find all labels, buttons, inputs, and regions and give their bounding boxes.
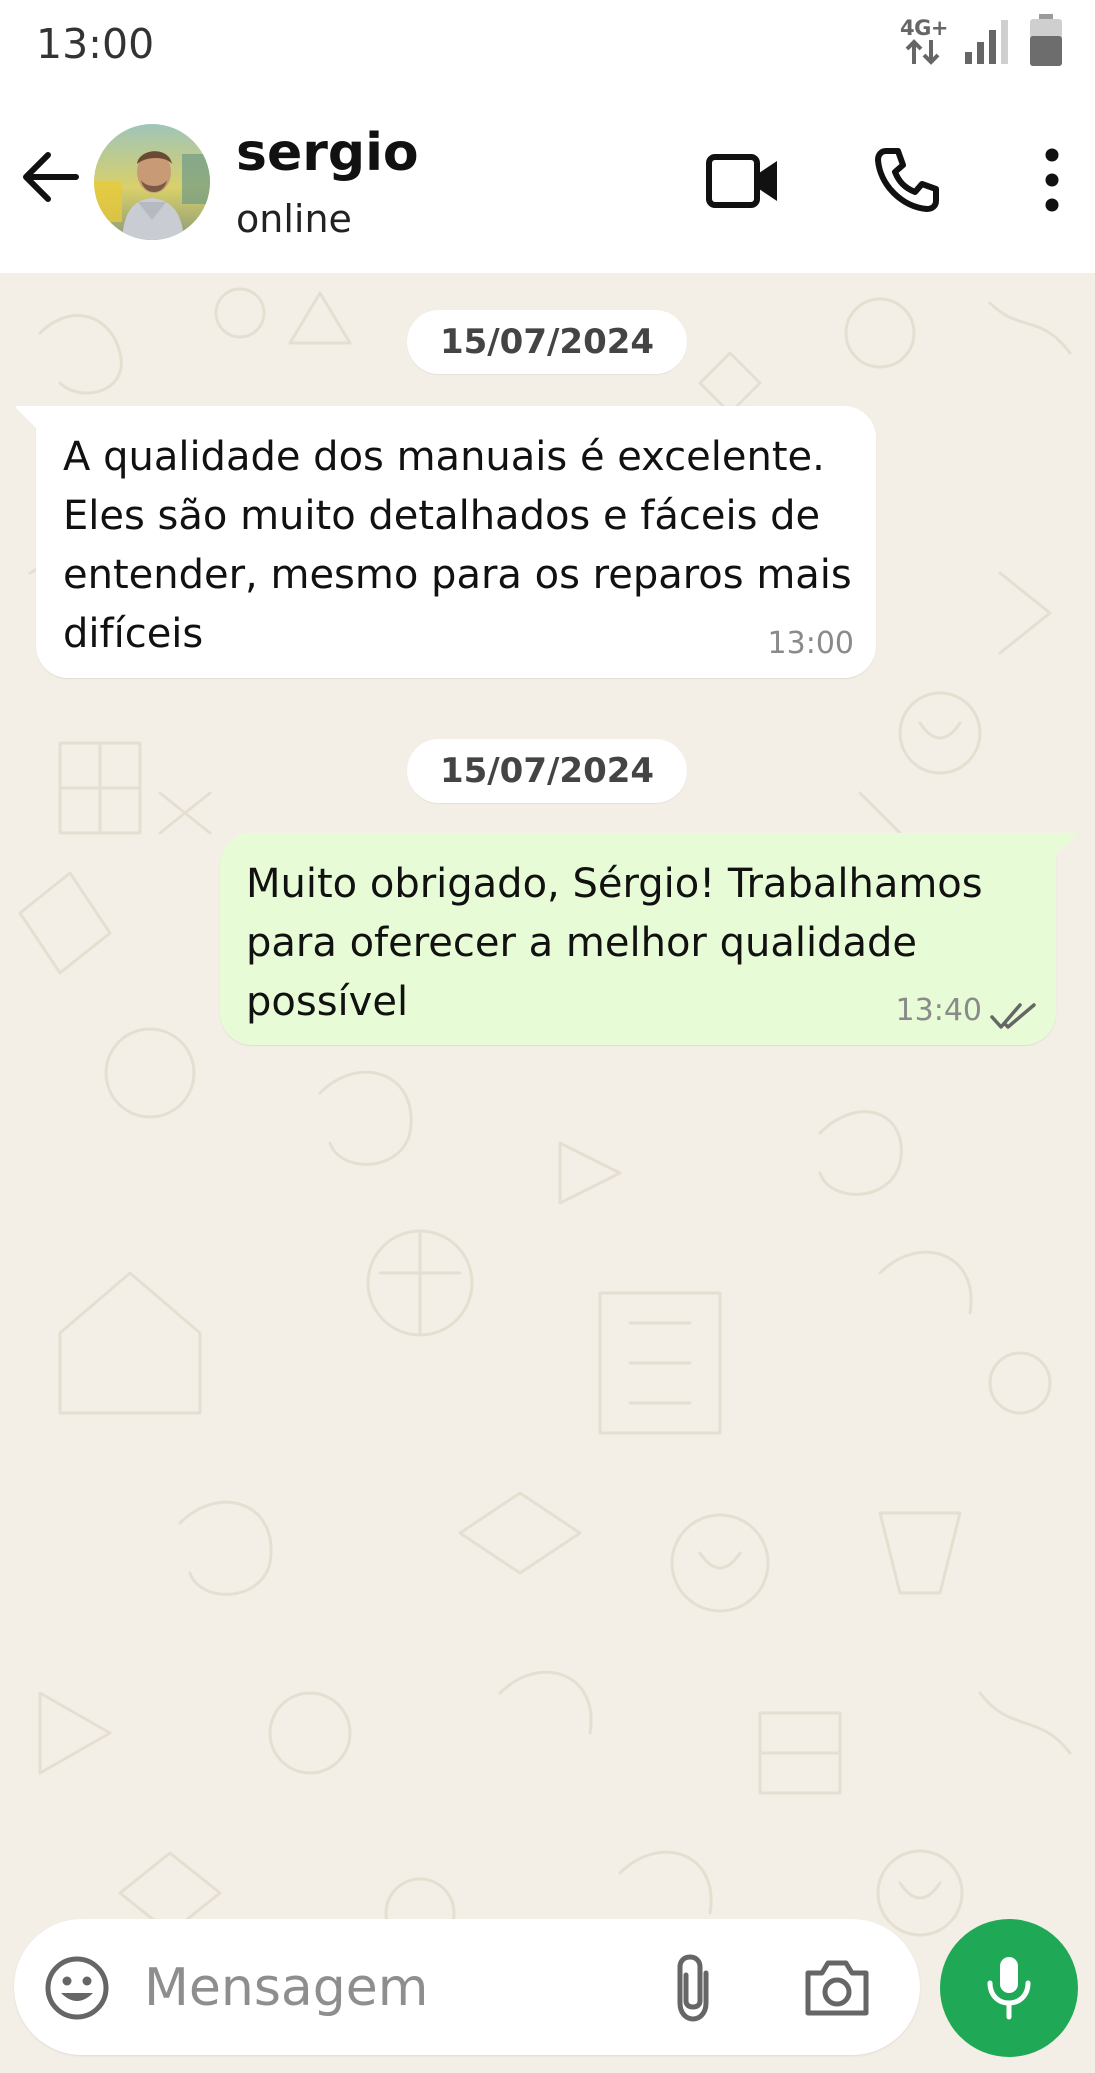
video-call-icon[interactable]	[705, 147, 781, 215]
avatar[interactable]	[94, 124, 210, 240]
network-type-label: 4G+	[900, 16, 948, 40]
message-composer	[14, 1919, 920, 2055]
outgoing-message-bubble[interactable]: Muito obrigado, Sérgio! Trabalhamos para…	[220, 833, 1077, 1045]
signal-icon	[965, 20, 1008, 64]
voice-message-button[interactable]	[940, 1919, 1078, 2057]
double-check-icon	[990, 1003, 1036, 1029]
mic-icon	[987, 1957, 1031, 2020]
phone-call-icon[interactable]	[872, 145, 942, 215]
message-input[interactable]	[144, 1943, 624, 2033]
contact-status: online	[236, 197, 352, 241]
camera-icon[interactable]	[802, 1955, 872, 2019]
date-separator: 15/07/2024	[407, 739, 687, 803]
contact-name[interactable]: sergio	[236, 123, 419, 183]
emoji-icon[interactable]	[44, 1955, 110, 2021]
status-time: 13:00	[36, 20, 155, 68]
back-arrow-icon[interactable]	[18, 145, 82, 209]
status-bar: 13:00 4G+	[0, 0, 1095, 95]
battery-icon	[1030, 14, 1062, 66]
date-separator: 15/07/2024	[407, 310, 687, 374]
more-options-icon[interactable]	[1036, 147, 1068, 213]
message-time: 13:00	[767, 626, 854, 661]
chat-header: sergio online	[0, 95, 1095, 273]
incoming-message-bubble[interactable]: A qualidade dos manuais é excelente. Ele…	[15, 406, 876, 678]
network-arrows-icon	[905, 39, 940, 65]
attach-icon[interactable]	[666, 1951, 722, 2025]
bubble-tail	[15, 406, 38, 430]
message-time: 13:40	[895, 993, 982, 1028]
bubble-tail	[1054, 833, 1077, 857]
message-text: A qualidade dos manuais é excelente. Ele…	[63, 434, 852, 657]
chat-area[interactable]: 15/07/2024 A qualidade dos manuais é exc…	[0, 273, 1095, 2073]
